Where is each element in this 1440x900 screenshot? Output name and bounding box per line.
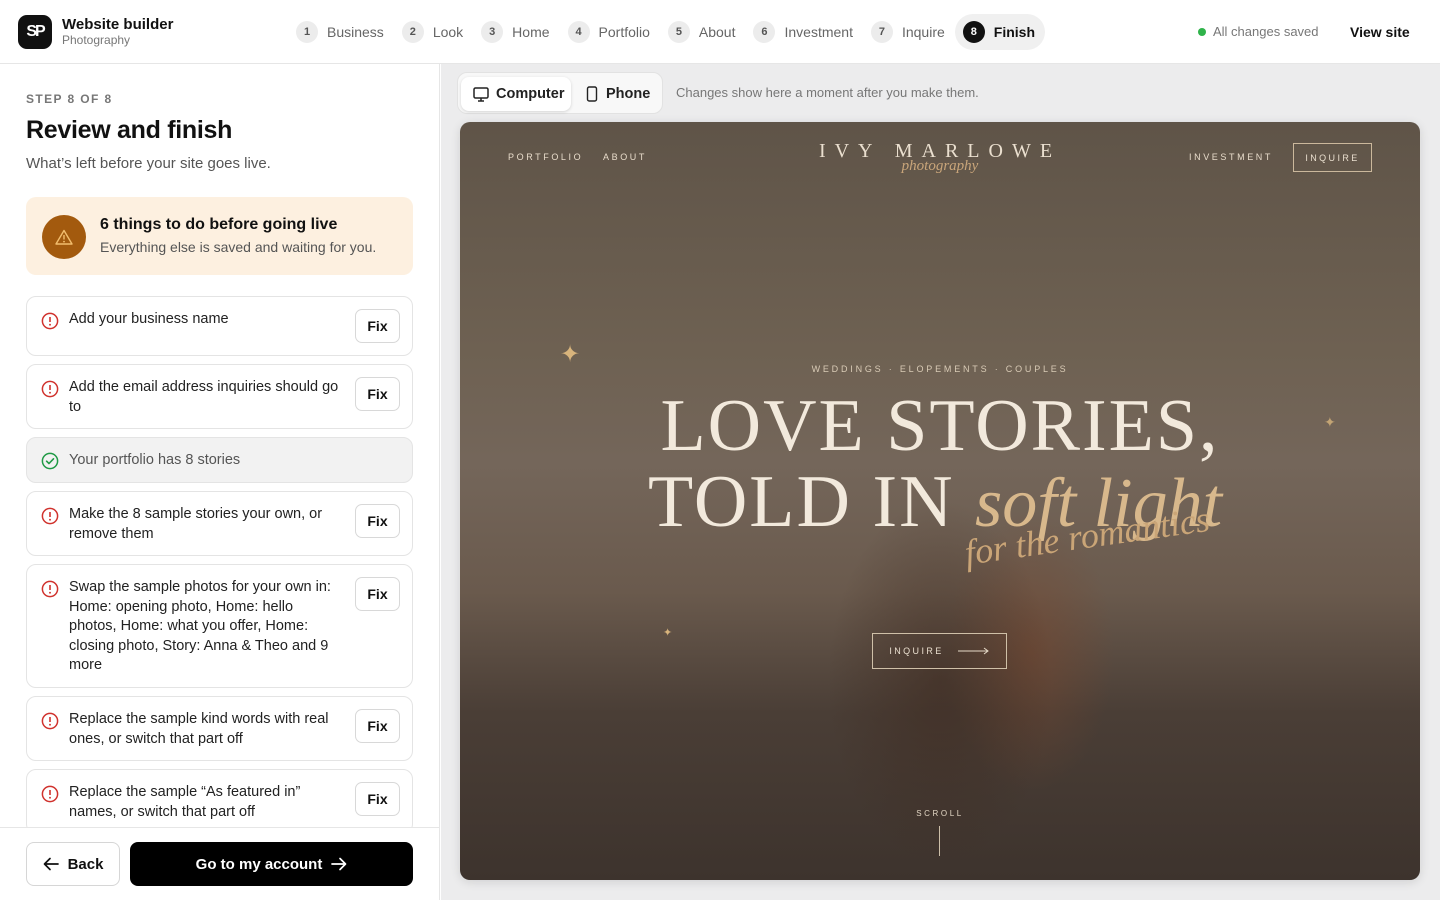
step-label: Inquire <box>901 24 945 40</box>
fix-button[interactable]: Fix <box>355 782 400 816</box>
save-status: All changes saved <box>1198 24 1319 39</box>
step-business[interactable]: 1 Business <box>288 14 394 50</box>
site-scroll-label: SCROLL <box>916 809 964 818</box>
go-to-account-button[interactable]: Go to my account <box>130 842 413 886</box>
step-label: Look <box>432 24 464 40</box>
arrow-right-icon <box>331 857 347 871</box>
fix-button[interactable]: Fix <box>355 709 400 743</box>
page-subtitle: What’s left before your site goes live. <box>26 155 271 172</box>
top-bar: SP Website builder Photography 1 Business… <box>0 0 1440 64</box>
site-preview[interactable]: PORTFOLIO ABOUT IVY MARLOWE photography … <box>460 122 1420 880</box>
long-arrow-right-icon <box>957 647 989 655</box>
step-label: Investment <box>784 24 853 40</box>
fix-button[interactable]: Fix <box>355 577 400 611</box>
step-look[interactable]: 2 Look <box>394 14 473 50</box>
checklist-item-text: Replace the sample “As featured in” name… <box>69 784 301 820</box>
step-inquire[interactable]: 7 Inquire <box>863 14 955 50</box>
review-panel: STEP 8 OF 8 Review and finish What’s lef… <box>0 64 440 900</box>
site-headline-line1: LOVE STORIES, <box>660 385 1220 467</box>
phone-view-button[interactable]: Phone <box>574 77 660 111</box>
checklist-item-text: Swap the sample photos for your own in: … <box>69 579 331 673</box>
saved-status-dot <box>1198 27 1206 36</box>
back-button-label: Back <box>67 855 104 873</box>
checklist-item: Replace the sample kind words with real … <box>26 696 413 761</box>
alert-title: 6 things to do before going live <box>100 216 338 233</box>
check-circle-icon <box>41 452 59 470</box>
headline-text: TOLD IN <box>648 461 976 543</box>
step-number: 6 <box>753 21 776 43</box>
step-portfolio[interactable]: 4 Portfolio <box>560 14 660 50</box>
alert-circle-icon <box>41 507 59 525</box>
step-investment[interactable]: 6 Investment <box>745 14 862 50</box>
checklist-item: Make the 8 sample stories your own, or r… <box>26 491 413 556</box>
step-number: 4 <box>567 21 590 43</box>
checklist-item: Add the email address inquiries should g… <box>26 364 413 429</box>
todo-alert: 6 things to do before going live Everyth… <box>26 197 413 275</box>
step-about[interactable]: 5 About <box>660 14 746 50</box>
phone-icon <box>586 86 598 102</box>
monitor-icon <box>473 86 489 102</box>
alert-circle-icon <box>41 580 59 598</box>
site-inquire-label: INQUIRE <box>889 646 944 656</box>
step-number: 3 <box>481 21 504 43</box>
site-inquire-button[interactable]: INQUIRE <box>872 633 1007 669</box>
device-toggle: Computer Phone <box>457 72 663 114</box>
page-title: Review and finish <box>26 116 233 144</box>
fix-button[interactable]: Fix <box>355 309 400 343</box>
app-logo: SP <box>18 15 52 49</box>
step-label: Finish <box>993 24 1036 40</box>
preview-area: Computer Phone Changes show here a momen… <box>441 64 1440 900</box>
view-site-button[interactable]: View site <box>1340 16 1420 48</box>
step-number: 7 <box>870 21 893 43</box>
scroll-line <box>939 826 940 856</box>
preview-hint: Changes show here a moment after you mak… <box>676 85 979 100</box>
checklist-item: Add your business name Fix <box>26 296 413 356</box>
alert-circle-icon <box>41 312 59 330</box>
site-logo-script: photography <box>901 158 979 174</box>
sparkle-icon: ✦ <box>663 627 673 639</box>
alert-circle-icon <box>41 712 59 730</box>
computer-view-label: Computer <box>496 86 565 102</box>
alert-circle-icon <box>41 380 59 398</box>
step-label: Business <box>327 24 384 40</box>
step-number: 8 <box>962 21 985 43</box>
site-nav-inquire-button[interactable]: INQUIRE <box>1293 143 1372 172</box>
site-tagline: WEDDINGS · ELOPEMENTS · COUPLES <box>811 364 1069 374</box>
step-number: 1 <box>296 21 318 43</box>
step-indicator: STEP 8 OF 8 <box>26 92 113 106</box>
step-number: 5 <box>667 21 690 43</box>
checklist-item: Swap the sample photos for your own in: … <box>26 564 413 688</box>
checklist-item-text: Make the 8 sample stories your own, or r… <box>69 506 323 542</box>
app-title: Website builder <box>62 16 174 33</box>
fix-button[interactable]: Fix <box>355 377 400 411</box>
panel-footer: Back Go to my account <box>0 827 439 900</box>
step-label: Portfolio <box>598 24 650 40</box>
checklist-item: Replace the sample “As featured in” name… <box>26 769 413 834</box>
fix-button[interactable]: Fix <box>355 504 400 538</box>
step-home[interactable]: 3 Home <box>473 14 559 50</box>
checklist-item-text: Add your business name <box>69 311 229 327</box>
step-number: 2 <box>401 21 424 43</box>
phone-view-label: Phone <box>606 86 651 102</box>
checklist-item-text: Your portfolio has 8 stories <box>69 452 241 468</box>
back-button[interactable]: Back <box>26 842 120 886</box>
computer-view-button[interactable]: Computer <box>461 77 571 111</box>
arrow-left-icon <box>43 857 59 871</box>
go-to-account-label: Go to my account <box>195 855 323 873</box>
site-nav-investment[interactable]: INVESTMENT <box>1189 152 1273 162</box>
alert-text: Everything else is saved and waiting for… <box>100 239 377 255</box>
step-navigation: 1 Business 2 Look 3 Home 4 Portfolio 5 About … <box>288 14 1046 50</box>
alert-circle-icon <box>41 785 59 803</box>
step-label: Home <box>512 24 550 40</box>
step-finish[interactable]: 8 Finish <box>954 14 1046 50</box>
app-subtitle: Photography <box>62 33 131 47</box>
step-label: About <box>698 24 736 40</box>
warning-icon <box>42 215 86 259</box>
save-status-text: All changes saved <box>1213 24 1319 39</box>
checklist-item-text: Add the email address inquiries should g… <box>69 379 339 415</box>
checklist-item-text: Replace the sample kind words with real … <box>69 711 329 747</box>
checklist-item-done: Your portfolio has 8 stories <box>26 437 413 483</box>
